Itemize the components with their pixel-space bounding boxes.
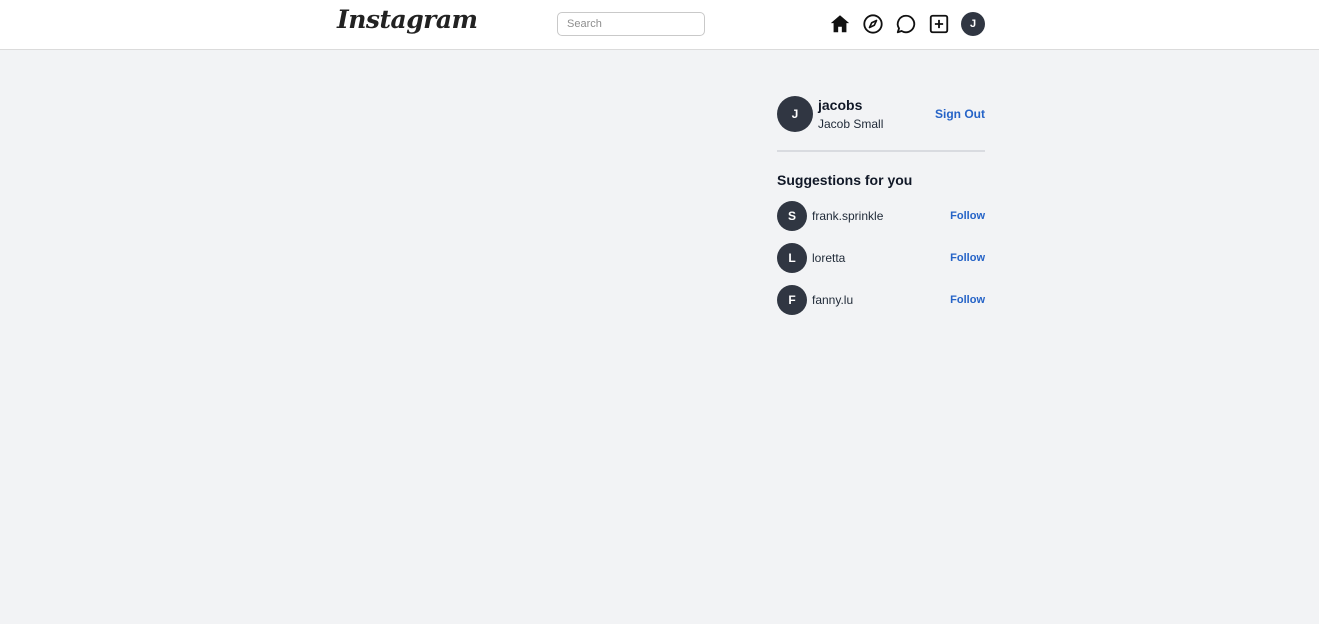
profile-full-name: Jacob Small [818, 117, 884, 131]
follow-button[interactable]: Follow [950, 252, 985, 264]
divider [777, 150, 985, 152]
suggestion-username[interactable]: frank.sprinkle [812, 209, 883, 223]
suggestion-avatar[interactable]: S [777, 201, 807, 231]
sign-out-button[interactable]: Sign Out [935, 107, 985, 121]
nav-avatar[interactable]: J [961, 12, 985, 36]
follow-button[interactable]: Follow [950, 210, 985, 222]
home-icon[interactable] [828, 12, 852, 36]
explore-compass-icon[interactable] [861, 12, 885, 36]
suggestion-username[interactable]: fanny.lu [812, 293, 853, 307]
sidebar: J jacobs Jacob Small Sign Out Suggestion… [777, 96, 985, 315]
messages-chat-icon[interactable] [894, 12, 918, 36]
profile-avatar[interactable]: J [777, 96, 813, 132]
suggestion-avatar[interactable]: L [777, 243, 807, 273]
search-input[interactable] [557, 12, 705, 36]
suggestion-item: F fanny.lu Follow [777, 285, 985, 327]
suggestion-username[interactable]: loretta [812, 251, 845, 265]
current-user-profile: J jacobs Jacob Small Sign Out [777, 96, 985, 152]
suggestions-title: Suggestions for you [777, 172, 913, 188]
profile-username[interactable]: jacobs [818, 97, 862, 113]
suggestion-item: S frank.sprinkle Follow [777, 201, 985, 243]
instagram-logo[interactable]: Instagram [337, 5, 478, 34]
suggestions-list: S frank.sprinkle Follow L loretta Follow… [777, 201, 985, 327]
suggestion-item: L loretta Follow [777, 243, 985, 285]
new-post-plus-icon[interactable] [927, 12, 951, 36]
follow-button[interactable]: Follow [950, 294, 985, 306]
suggestion-avatar[interactable]: F [777, 285, 807, 315]
top-navbar: Instagram J [0, 0, 1319, 50]
